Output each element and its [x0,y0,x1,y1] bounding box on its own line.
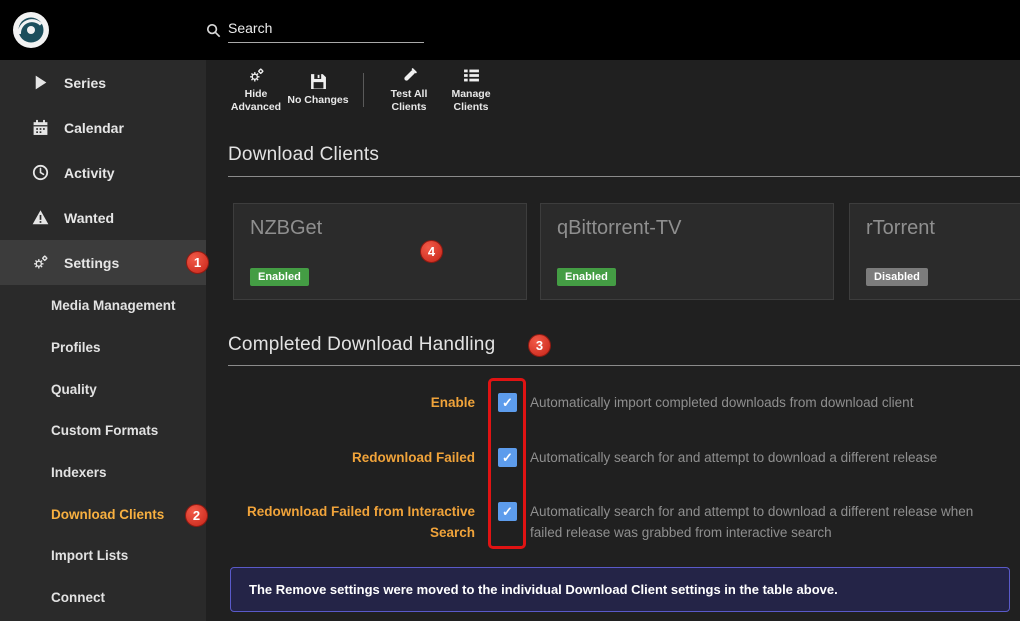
sidebar-subitem-download-clients[interactable]: Download Clients [0,493,206,535]
search-input[interactable] [228,20,424,43]
calendar-icon [32,119,49,136]
enable-checkbox[interactable] [498,393,517,412]
search-bar [206,20,424,43]
client-name: NZBGet [250,217,322,240]
form-row-redownload-failed-interactive: Redownload Failed from Interactive Searc… [206,501,1020,563]
subitem-label: Indexers [51,465,107,480]
sidebar-item-label: Settings [64,255,119,271]
hide-advanced-button[interactable]: Hide Advanced [225,67,287,112]
no-changes-button[interactable]: No Changes [287,73,349,106]
list-icon [463,67,480,84]
status-badge: Enabled [250,268,309,286]
client-name: qBittorrent-TV [557,217,681,240]
redownload-failed-interactive-checkbox[interactable] [498,502,517,521]
info-alert-text: The Remove settings were moved to the in… [249,582,838,597]
subitem-label: Connect [51,590,105,605]
hide-advanced-label: Hide Advanced [225,88,287,112]
status-badge: Enabled [557,268,616,286]
client-card-qbittorrent-tv[interactable]: qBittorrent-TV Enabled [540,203,834,300]
download-clients-title: Download Clients [228,144,379,166]
sidebar-item-label: Activity [64,165,115,181]
sonarr-logo[interactable] [12,11,50,49]
app-window: Series Calendar Activity Wanted Settings [0,0,1020,621]
sidebar-subitem-profiles[interactable]: Profiles [0,327,206,369]
form-row-enable: Enable Automatically import completed do… [206,392,1020,438]
toolbar-separator [363,73,364,107]
client-card-rtorrent[interactable]: rTorrent Disabled [849,203,1020,300]
main-content: Hide Advanced No Changes Test All Client… [206,60,1020,621]
sidebar-item-wanted[interactable]: Wanted [0,195,206,240]
subitem-label: Profiles [51,340,101,355]
section-divider [228,365,1020,366]
sidebar-subitem-media-management[interactable]: Media Management [0,285,206,327]
sidebar-subitem-custom-formats[interactable]: Custom Formats [0,410,206,452]
sidebar-subitem-quality[interactable]: Quality [0,368,206,410]
redownload-failed-interactive-label: Redownload Failed from Interactive Searc… [213,501,475,543]
test-all-clients-label: Test All Clients [378,88,440,112]
manage-clients-button[interactable]: Manage Clients [440,67,502,112]
manage-clients-label: Manage Clients [440,88,502,112]
sidebar-item-calendar[interactable]: Calendar [0,105,206,150]
sidebar-item-series[interactable]: Series [0,60,206,105]
top-bar [0,0,1020,60]
info-alert: The Remove settings were moved to the in… [230,567,1010,612]
vial-icon [401,67,418,84]
clock-icon [32,164,49,181]
sidebar-item-label: Wanted [64,210,114,226]
subitem-label: Custom Formats [51,423,158,438]
client-name: rTorrent [866,217,935,240]
enable-help-text: Automatically import completed downloads… [530,393,1004,414]
search-icon [206,23,221,38]
sidebar: Series Calendar Activity Wanted Settings [0,60,206,621]
sidebar-item-activity[interactable]: Activity [0,150,206,195]
gears-icon [32,254,49,271]
form-row-redownload-failed: Redownload Failed Automatically search f… [206,447,1020,493]
redownload-failed-label: Redownload Failed [213,447,475,468]
no-changes-label: No Changes [287,94,348,106]
sidebar-subitem-indexers[interactable]: Indexers [0,452,206,494]
save-icon [310,73,327,90]
subitem-label: Media Management [51,298,176,313]
subitem-label: Quality [51,382,97,397]
redownload-failed-help-text: Automatically search for and attempt to … [530,448,1004,469]
cogs-icon [248,67,265,84]
sidebar-subitem-import-lists[interactable]: Import Lists [0,535,206,577]
sidebar-item-label: Calendar [64,120,124,136]
section-divider [228,176,1020,177]
status-badge: Disabled [866,268,928,286]
warning-icon [32,209,49,226]
subitem-label: Import Lists [51,548,128,563]
enable-label: Enable [213,392,475,413]
redownload-failed-interactive-help-text: Automatically search for and attempt to … [530,502,1004,543]
sidebar-subitem-connect[interactable]: Connect [0,577,206,619]
subitem-label: Download Clients [51,507,164,522]
client-card-nzbget[interactable]: NZBGet Enabled [233,203,527,300]
completed-download-handling-title: Completed Download Handling [228,334,495,356]
redownload-failed-checkbox[interactable] [498,448,517,467]
page-toolbar: Hide Advanced No Changes Test All Client… [206,60,502,120]
sidebar-item-label: Series [64,75,106,91]
test-all-clients-button[interactable]: Test All Clients [378,67,440,112]
play-icon [32,74,49,91]
sidebar-item-settings[interactable]: Settings [0,240,206,285]
